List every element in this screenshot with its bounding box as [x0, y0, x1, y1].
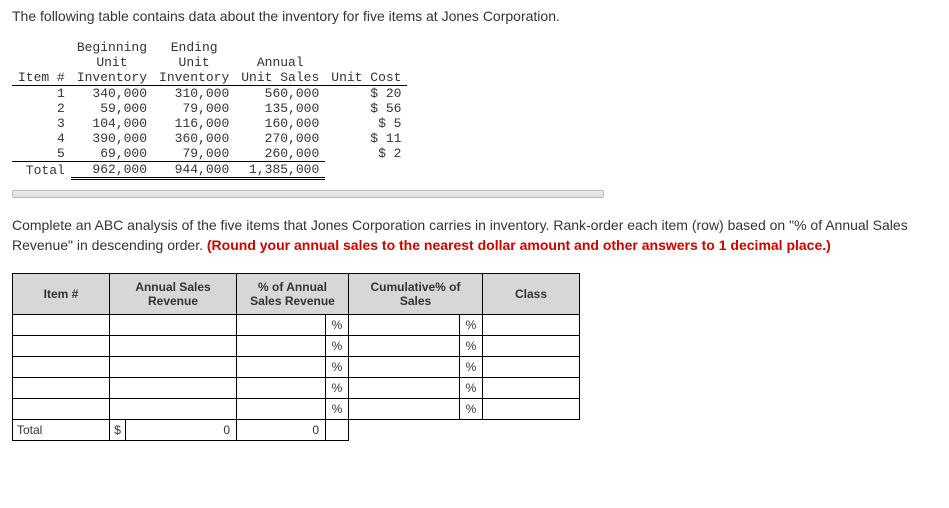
abc-rev-input[interactable]	[110, 315, 236, 335]
abc-row: % %	[13, 399, 580, 420]
abc-row: % %	[13, 315, 580, 336]
item-3: 3	[12, 116, 71, 131]
abc-rev-input[interactable]	[110, 336, 236, 356]
abc-total-rev: 0	[126, 420, 237, 441]
abc-item-input[interactable]	[13, 336, 109, 356]
col-end-l3: Inventory	[153, 70, 235, 86]
total-sales: 1,385,000	[235, 162, 325, 179]
pct-symbol: %	[326, 315, 349, 336]
intro-text: The following table contains data about …	[12, 8, 937, 24]
abc-cum-input[interactable]	[349, 315, 459, 335]
abc-row: % %	[13, 336, 580, 357]
abc-cum-input[interactable]	[349, 378, 459, 398]
abc-row: % %	[13, 357, 580, 378]
abc-item-input[interactable]	[13, 378, 109, 398]
abc-col-class: Class	[483, 274, 580, 315]
abc-cum-input[interactable]	[349, 336, 459, 356]
col-begin-l1: Beginning	[71, 40, 153, 55]
abc-rev-input[interactable]	[110, 378, 236, 398]
abc-item-input[interactable]	[13, 399, 109, 419]
col-item: Item #	[12, 70, 71, 86]
item-1: 1	[12, 86, 71, 102]
divider	[12, 190, 604, 198]
abc-pct-input[interactable]	[237, 336, 325, 356]
abc-col-cum: Cumulative% of Sales	[349, 274, 483, 315]
abc-pct-input[interactable]	[237, 399, 325, 419]
total-begin: 962,000	[71, 162, 153, 179]
item-2: 2	[12, 101, 71, 116]
col-begin-l3: Inventory	[71, 70, 153, 86]
dollar-symbol: $	[110, 420, 126, 441]
abc-item-input[interactable]	[13, 357, 109, 377]
abc-item-input[interactable]	[13, 315, 109, 335]
abc-total-row: Total $ 0 0	[13, 420, 580, 441]
abc-col-rev: Annual Sales Revenue	[110, 274, 237, 315]
abc-row: % %	[13, 378, 580, 399]
col-cost: Unit Cost	[325, 70, 407, 86]
abc-pct-input[interactable]	[237, 357, 325, 377]
abc-class-input[interactable]	[483, 357, 579, 377]
abc-class-input[interactable]	[483, 378, 579, 398]
item-5: 5	[12, 146, 71, 162]
abc-total-label: Total	[13, 420, 110, 441]
abc-total-pct: 0	[237, 420, 326, 441]
col-ann-l2: Unit Sales	[235, 70, 325, 86]
col-end-l2: Unit	[153, 55, 235, 70]
abc-class-input[interactable]	[483, 399, 579, 419]
abc-col-pct: % of Annual Sales Revenue	[237, 274, 349, 315]
col-begin-l2: Unit	[71, 55, 153, 70]
abc-analysis-table: Item # Annual Sales Revenue % of Annual …	[12, 273, 580, 441]
abc-class-input[interactable]	[483, 315, 579, 335]
pct-symbol: %	[460, 315, 483, 336]
instructions: Complete an ABC analysis of the five ite…	[12, 216, 937, 255]
abc-pct-input[interactable]	[237, 378, 325, 398]
inventory-data-table: Beginning Ending Unit Unit Annual Item #…	[12, 40, 407, 180]
abc-pct-input[interactable]	[237, 315, 325, 335]
abc-cum-input[interactable]	[349, 399, 459, 419]
total-end: 944,000	[153, 162, 235, 179]
total-label: Total	[12, 162, 71, 179]
abc-rev-input[interactable]	[110, 399, 236, 419]
abc-cum-input[interactable]	[349, 357, 459, 377]
abc-class-input[interactable]	[483, 336, 579, 356]
item-4: 4	[12, 131, 71, 146]
abc-rev-input[interactable]	[110, 357, 236, 377]
col-ann-l1: Annual	[235, 55, 325, 70]
abc-col-item: Item #	[13, 274, 110, 315]
col-end-l1: Ending	[153, 40, 235, 55]
